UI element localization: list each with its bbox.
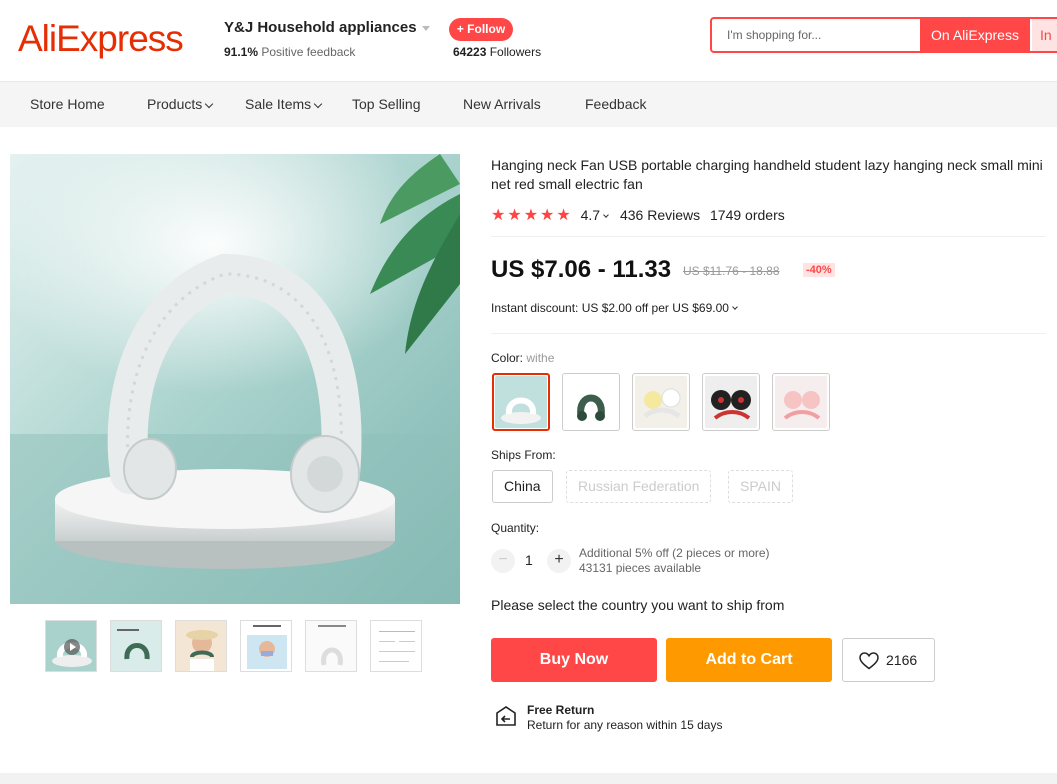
heart-icon <box>859 652 879 670</box>
rating-row: ★★★★★ 4.7 436 Reviews 1749 orders <box>491 205 785 224</box>
color-value: withe <box>526 351 555 365</box>
quantity-additional-discount: Additional 5% off (2 pieces or more) <box>579 546 770 560</box>
search-in-store-button[interactable]: In <box>1032 19 1057 51</box>
followers-count: 64223 Followers <box>453 45 541 59</box>
shipping-message: Please select the country you want to sh… <box>491 597 785 613</box>
followers-number: 64223 <box>453 45 487 59</box>
nav-products[interactable]: Products <box>147 96 214 112</box>
instant-discount[interactable]: Instant discount: US $2.00 off per US $6… <box>491 301 738 315</box>
color-swatch-black[interactable] <box>702 373 760 431</box>
chevron-down-icon <box>313 99 323 109</box>
black-fan-swatch-icon <box>705 376 757 428</box>
feedback-percent: 91.1% <box>224 45 259 59</box>
add-to-cart-button[interactable]: Add to Cart <box>666 638 832 682</box>
swatch-image <box>775 376 827 428</box>
swatch-image <box>705 376 757 428</box>
swatch-image <box>495 376 547 428</box>
product-thumbnail[interactable] <box>45 620 97 672</box>
product-price: US $7.06 - 11.33 <box>491 256 672 283</box>
color-swatch-white[interactable] <box>492 373 550 431</box>
ship-from-china[interactable]: China <box>492 470 553 503</box>
product-thumbnail[interactable] <box>175 620 227 672</box>
product-thumbnail[interactable] <box>305 620 357 672</box>
pink-fan-swatch-icon <box>775 376 827 428</box>
store-feedback: 91.1% Positive feedback <box>224 45 355 59</box>
video-thumbnail-icon <box>46 621 96 671</box>
nav-top-selling[interactable]: Top Selling <box>352 96 421 112</box>
quantity-decrease-button[interactable]: − <box>491 549 515 573</box>
color-swatch-pink[interactable] <box>772 373 830 431</box>
page-footer-strip <box>0 773 1057 784</box>
caret-down-icon <box>421 25 430 31</box>
nav-store-home[interactable]: Store Home <box>30 96 105 112</box>
thumbnail-image <box>306 621 356 671</box>
buy-now-button[interactable]: Buy Now <box>491 638 657 682</box>
search-input[interactable] <box>712 19 918 51</box>
quantity-info: Additional 5% off (2 pieces or more) 431… <box>579 546 770 576</box>
yellow-fan-swatch-icon <box>635 376 687 428</box>
swatch-image <box>565 376 617 428</box>
green-fan-swatch-icon <box>565 376 617 428</box>
divider <box>491 333 1046 334</box>
ship-from-russia[interactable]: Russian Federation <box>566 470 712 503</box>
quantity-increase-button[interactable]: + <box>547 549 571 573</box>
quantity-input[interactable]: 1 <box>525 552 533 568</box>
reviews-link[interactable]: 436 Reviews <box>620 207 700 223</box>
return-box-icon <box>496 706 516 726</box>
nav-products-label: Products <box>147 96 203 112</box>
search-bar: On AliExpress In <box>710 17 1057 53</box>
product-thumbnail[interactable] <box>110 620 162 672</box>
nav-feedback[interactable]: Feedback <box>585 96 646 112</box>
rating-dropdown[interactable]: 4.7 <box>580 207 609 223</box>
wishlist-count: 2166 <box>886 652 918 668</box>
color-label-text: Color: <box>491 351 524 365</box>
chevron-down-icon <box>603 212 609 218</box>
product-thumbnail[interactable] <box>370 620 422 672</box>
swatch-image <box>635 376 687 428</box>
store-name-label: Y&J Household appliances <box>224 19 417 36</box>
divider <box>491 236 1046 237</box>
product-thumbnail[interactable] <box>240 620 292 672</box>
color-swatch-green[interactable] <box>562 373 620 431</box>
nav-new-arrivals[interactable]: New Arrivals <box>463 96 541 112</box>
nav-sale-items[interactable]: Sale Items <box>245 96 323 112</box>
product-main-image[interactable] <box>10 154 460 604</box>
white-fan-swatch-icon <box>495 376 547 428</box>
followers-label: Followers <box>489 45 542 59</box>
ship-from-spain[interactable]: SPAIN <box>728 470 793 503</box>
quantity-label: Quantity: <box>491 521 540 535</box>
color-label: Color: withe <box>491 351 554 365</box>
neck-fan-image <box>10 154 460 604</box>
store-name[interactable]: Y&J Household appliances <box>224 19 430 36</box>
search-on-aliexpress-button[interactable]: On AliExpress <box>920 19 1030 51</box>
nav-sale-items-label: Sale Items <box>245 96 312 112</box>
product-title: Hanging neck Fan USB portable charging h… <box>491 157 1043 192</box>
instant-discount-label: Instant discount: US $2.00 off per US $6… <box>491 301 729 315</box>
color-swatch-yellow[interactable] <box>632 373 690 431</box>
thumbnail-image <box>371 621 421 671</box>
free-return-title: Free Return <box>527 703 595 717</box>
orders-count: 1749 orders <box>710 207 785 223</box>
chevron-down-icon <box>205 99 214 109</box>
aliexpress-logo[interactable]: AliExpress <box>18 18 184 60</box>
original-price: US $11.76 - 18.88 <box>683 264 780 278</box>
ships-from-label: Ships From: <box>491 448 556 462</box>
rating-value: 4.7 <box>580 207 601 223</box>
thumbnail-image <box>176 621 226 671</box>
quantity-available: 43131 pieces available <box>579 561 702 575</box>
wishlist-button[interactable]: 2166 <box>842 638 935 682</box>
feedback-label: Positive feedback <box>261 45 356 59</box>
store-nav: Store Home Products Sale Items Top Selli… <box>0 82 1057 127</box>
store-header: AliExpress Y&J Household appliances 91.1… <box>0 0 1057 82</box>
thumbnail-image <box>241 621 291 671</box>
discount-badge: -40% <box>803 263 835 277</box>
free-return-description: Return for any reason within 15 days <box>527 718 723 732</box>
star-rating-icon: ★★★★★ <box>491 207 573 224</box>
thumbnail-image <box>111 621 161 671</box>
chevron-down-icon <box>732 304 738 310</box>
follow-button[interactable]: + Follow <box>449 18 513 41</box>
